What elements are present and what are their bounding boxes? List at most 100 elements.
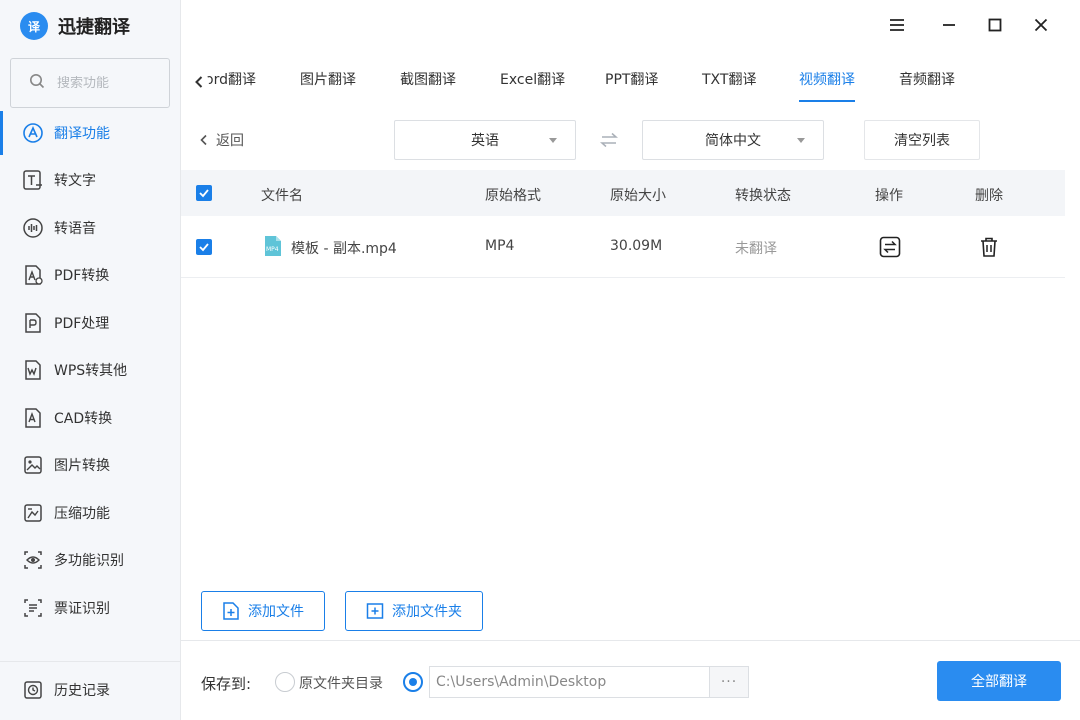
browse-path-button[interactable]: ··· — [709, 666, 749, 698]
convert-icon — [879, 236, 901, 258]
tab-audio[interactable]: 音频翻译 — [899, 60, 955, 102]
sidebar-item-label: WPS转其他 — [54, 363, 128, 380]
search-input[interactable] — [57, 75, 157, 91]
custom-path-radio[interactable] — [403, 672, 423, 692]
translate-all-button[interactable]: 全部翻译 — [937, 661, 1061, 701]
history-icon — [22, 679, 44, 701]
sidebar-item-label: 历史记录 — [54, 682, 110, 699]
sidebar-item-recognition[interactable]: 多功能识别 — [0, 537, 180, 585]
add-folder-icon — [366, 602, 384, 620]
search-box[interactable] — [10, 58, 170, 108]
sidebar-item-label: 翻译功能 — [54, 125, 110, 142]
brand: 译 迅捷翻译 — [20, 10, 130, 42]
minimize-icon — [943, 24, 955, 26]
eye-icon — [22, 549, 44, 571]
target-language-select[interactable]: 简体中文 — [642, 120, 824, 160]
sidebar-item-pdf-process[interactable]: PDF处理 — [0, 299, 180, 347]
caret-down-icon — [797, 138, 805, 143]
file-table-header: 文件名 原始格式 原始大小 转换状态 操作 删除 — [181, 170, 1065, 216]
file-size: 30.09M — [610, 238, 663, 254]
sidebar-item-wps[interactable]: WPS转其他 — [0, 347, 180, 395]
sidebar-item-to-voice[interactable]: 转语音 — [0, 204, 180, 252]
menu-button[interactable] — [874, 12, 920, 38]
sidebar-item-to-text[interactable]: 转文字 — [0, 157, 180, 205]
sidebar-item-label: 多功能识别 — [54, 553, 124, 570]
convert-action-button[interactable] — [879, 236, 901, 262]
maximize-button[interactable] — [972, 12, 1018, 38]
sidebar-item-label: 图片转换 — [54, 458, 110, 475]
pdf-process-icon — [22, 312, 44, 334]
back-button[interactable]: 返回 — [200, 130, 244, 150]
tab-txt[interactable]: TXT翻译 — [702, 60, 756, 102]
table-row[interactable]: MP4 模板 - 副本.mp4 MP4 30.09M 未翻译 — [181, 216, 1065, 278]
translate-a-icon — [22, 122, 44, 144]
tab-excel[interactable]: Excel翻译 — [500, 60, 565, 102]
footer-bar: 保存到: 原文件夹目录 ··· 全部翻译 — [181, 640, 1080, 720]
window-controls — [874, 12, 1064, 38]
close-button[interactable] — [1018, 12, 1064, 38]
header-format: 原始格式 — [485, 188, 541, 204]
tab-video[interactable]: 视频翻译 — [799, 60, 855, 102]
file-status: 未翻译 — [735, 241, 777, 257]
add-folder-button[interactable]: 添加文件夹 — [345, 591, 483, 631]
header-action: 操作 — [875, 188, 903, 204]
swap-icon — [600, 132, 618, 148]
file-format: MP4 — [485, 238, 515, 254]
maximize-icon — [988, 18, 1002, 32]
pdf-convert-icon — [22, 264, 44, 286]
file-name: 模板 - 副本.mp4 — [291, 241, 397, 257]
sidebar-item-ticket[interactable]: 票证识别 — [0, 584, 180, 632]
tab-bar: ord翻译 图片翻译 截图翻译 Excel翻译 PPT翻译 TXT翻译 视频翻译… — [181, 60, 1080, 102]
hamburger-icon — [890, 19, 904, 31]
swap-languages-button[interactable] — [598, 130, 620, 150]
tab-image[interactable]: 图片翻译 — [300, 60, 356, 102]
ticket-icon — [22, 597, 44, 619]
add-folder-label: 添加文件夹 — [392, 604, 462, 620]
back-label: 返回 — [216, 133, 244, 149]
header-size: 原始大小 — [610, 188, 666, 204]
sidebar-item-compress[interactable]: 压缩功能 — [0, 489, 180, 537]
sidebar-item-label: 转语音 — [54, 220, 96, 237]
sidebar-item-label: CAD转换 — [54, 410, 113, 427]
caret-down-icon — [549, 138, 557, 143]
header-delete: 删除 — [975, 188, 1003, 204]
minimize-button[interactable] — [926, 12, 972, 38]
sidebar-item-cad[interactable]: CAD转换 — [0, 394, 180, 442]
save-path-input[interactable] — [429, 666, 709, 698]
tab-ppt[interactable]: PPT翻译 — [605, 60, 658, 102]
delete-file-button[interactable] — [979, 236, 999, 262]
source-language-value: 英语 — [471, 133, 499, 149]
tab-word[interactable]: ord翻译 — [205, 60, 256, 102]
source-language-select[interactable]: 英语 — [394, 120, 576, 160]
mp4-file-icon: MP4 — [263, 235, 283, 261]
sidebar-item-label: PDF转换 — [54, 268, 110, 285]
clear-list-button[interactable]: 清空列表 — [864, 120, 980, 160]
wps-icon — [22, 359, 44, 381]
target-language-value: 简体中文 — [705, 133, 761, 149]
chevron-left-icon — [200, 134, 207, 146]
sidebar-item-label: 票证识别 — [54, 600, 110, 617]
tab-screenshot[interactable]: 截图翻译 — [400, 60, 456, 102]
app-name: 迅捷翻译 — [58, 17, 130, 38]
original-folder-radio[interactable] — [275, 672, 295, 692]
sidebar-item-label: 转文字 — [54, 173, 96, 190]
sidebar-item-label: 压缩功能 — [54, 505, 110, 522]
save-to-label: 保存到: — [201, 675, 252, 693]
select-all-checkbox[interactable] — [196, 185, 212, 201]
compress-icon — [22, 502, 44, 524]
sidebar-item-pdf-convert[interactable]: PDF转换 — [0, 252, 180, 300]
add-file-button[interactable]: 添加文件 — [201, 591, 325, 631]
sidebar-item-translate[interactable]: 翻译功能 — [0, 109, 180, 157]
header-filename: 文件名 — [261, 188, 303, 204]
check-icon — [199, 189, 209, 198]
sidebar-item-history[interactable]: 历史记录 — [0, 661, 180, 717]
original-folder-label: 原文件夹目录 — [299, 676, 383, 692]
tabs-scroll-left-button[interactable] — [189, 72, 209, 92]
chevron-left-icon — [195, 76, 203, 88]
sidebar-item-image-convert[interactable]: 图片转换 — [0, 442, 180, 490]
file-type-badge: MP4 — [266, 246, 279, 253]
header-status: 转换状态 — [735, 188, 791, 204]
row-checkbox[interactable] — [196, 239, 212, 255]
app-logo-icon: 译 — [20, 12, 48, 40]
image-convert-icon — [22, 454, 44, 476]
